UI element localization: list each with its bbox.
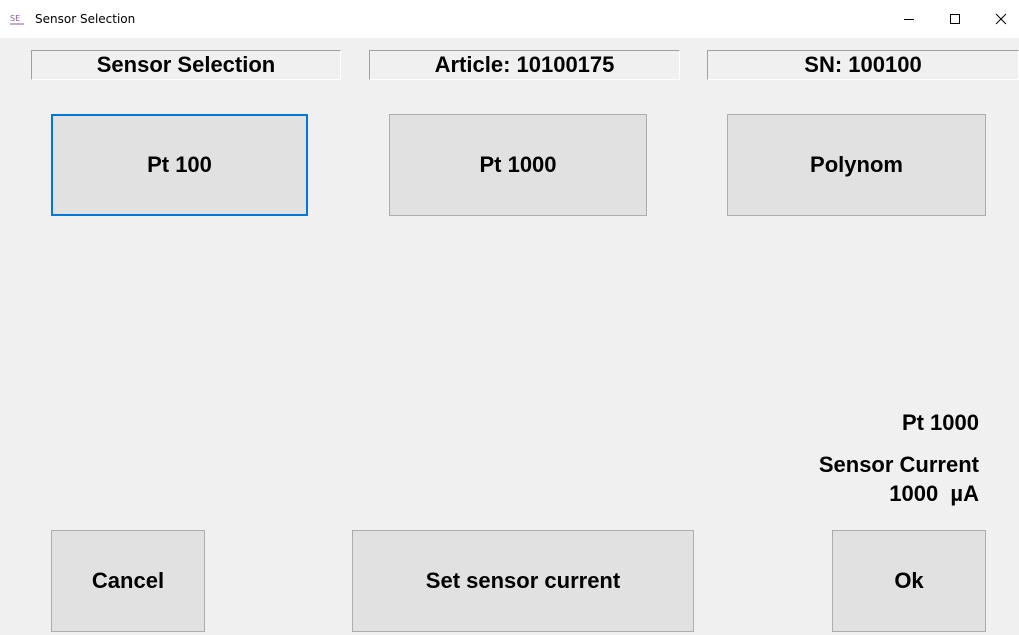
pt1000-button[interactable]: Pt 1000: [389, 114, 647, 216]
svg-text:SE: SE: [10, 14, 20, 23]
cancel-button[interactable]: Cancel: [51, 530, 205, 632]
sensor-selection-window: SE Sensor Selection Sensor Selection Art…: [0, 0, 1019, 635]
selected-sensor-label: Pt 1000: [901, 410, 979, 435]
set-sensor-current-button[interactable]: Set sensor current: [352, 530, 694, 632]
sensor-current-label: Sensor Current: [818, 452, 979, 477]
header-article-label: Article: 10100175: [369, 50, 680, 80]
polynom-button[interactable]: Polynom: [727, 114, 986, 216]
maximize-button[interactable]: [932, 0, 978, 38]
minimize-button[interactable]: [886, 0, 932, 38]
window-title: Sensor Selection: [35, 12, 136, 26]
header-serial-label: SN: 100100: [707, 50, 1019, 80]
close-icon: [995, 13, 1007, 25]
minimize-icon: [904, 19, 914, 20]
app-icon: SE: [9, 12, 25, 26]
title-bar[interactable]: SE Sensor Selection: [0, 0, 1019, 38]
maximize-icon: [950, 14, 960, 24]
header-title-label: Sensor Selection: [31, 50, 341, 80]
close-button[interactable]: [978, 0, 1019, 38]
ok-button[interactable]: Ok: [832, 530, 986, 632]
sensor-current-value: 1000 µA: [889, 481, 979, 506]
pt100-button[interactable]: Pt 100: [51, 114, 308, 216]
